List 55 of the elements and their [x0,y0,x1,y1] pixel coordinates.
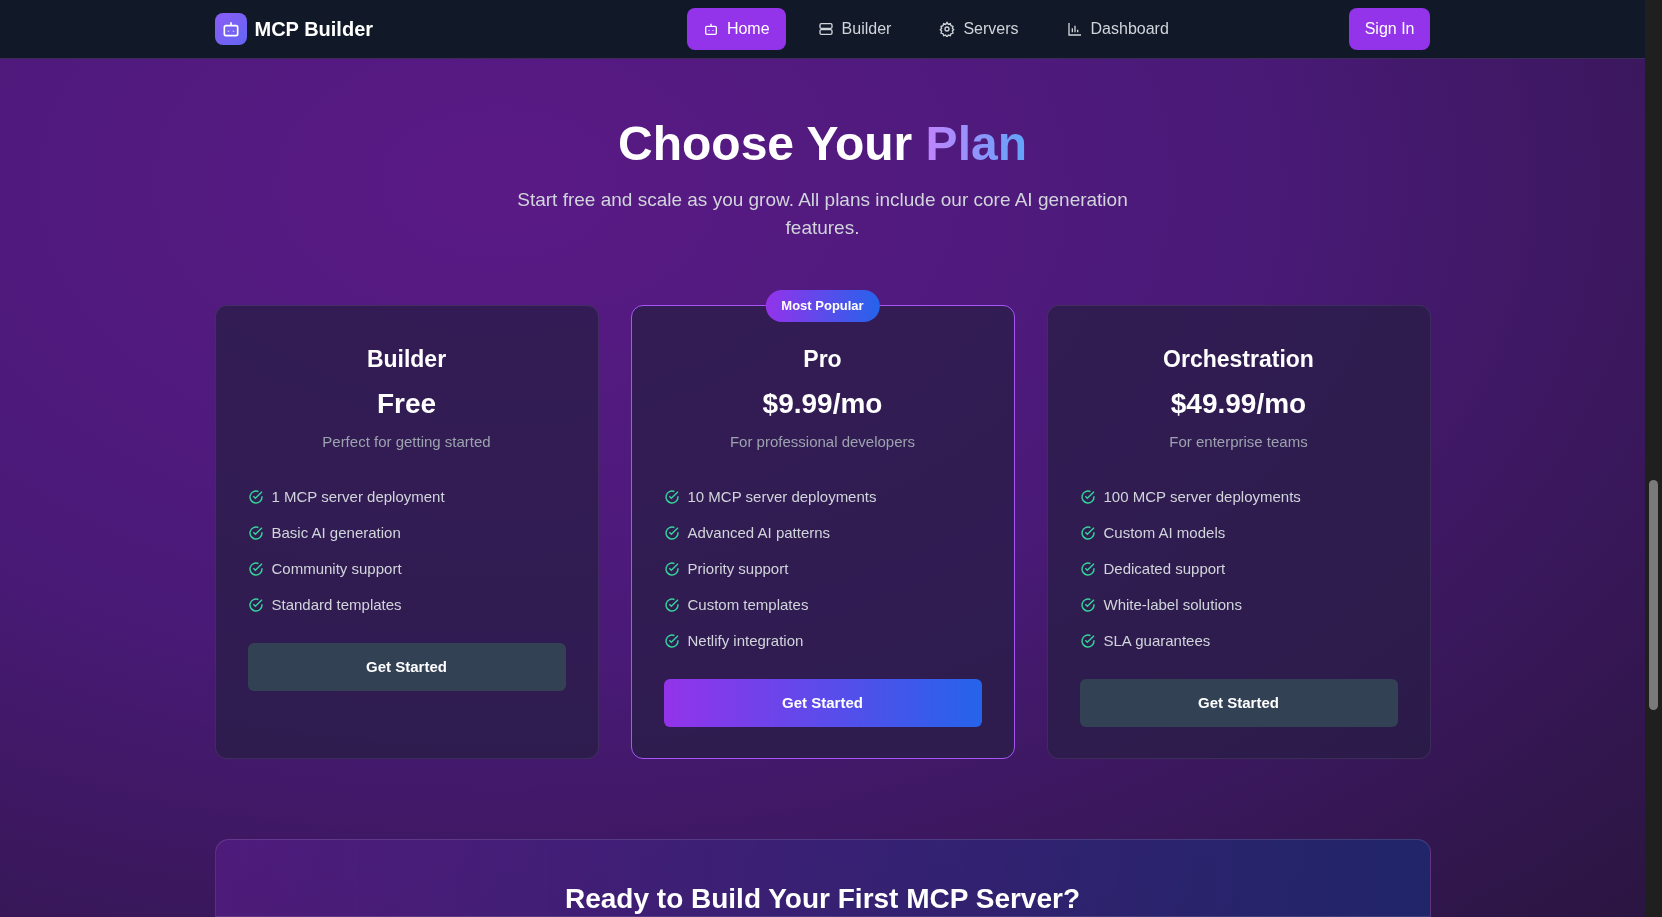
feature-text: Basic AI generation [271,523,401,544]
bar-chart-icon [1066,20,1083,37]
check-circle-icon [663,561,680,578]
popular-badge: Most Popular [765,290,880,322]
nav-link[interactable]: Builder [801,7,908,50]
feature-text: White-label solutions [1103,595,1242,616]
check-circle-icon [247,597,264,614]
plan-price: $49.99/mo [1169,386,1308,421]
plan-description: For enterprise teams [1168,431,1309,452]
brand-name[interactable]: MCP Builder [254,13,374,44]
feature-text: SLA guarantees [1103,631,1211,652]
plan-description: For professional developers [728,431,917,452]
check-circle-icon [247,561,264,578]
plan-price: $9.99/mo [761,386,884,421]
page-heading: Choose Your Plan [617,115,1028,172]
plan-name: Builder [365,345,448,375]
plan-price: Free [375,386,438,421]
check-circle-icon [1079,525,1096,542]
nav-link[interactable]: Home [686,7,786,50]
plan-name: Pro [802,345,843,375]
feature-text: 100 MCP server deployments [1103,487,1301,508]
check-circle-icon [1079,489,1096,506]
sign-in-button[interactable]: Sign In [1348,7,1431,50]
feature-text: Custom templates [687,595,809,616]
gear-icon [939,20,956,37]
cta-heading: Ready to Build Your First MCP Server? [565,882,1080,916]
feature-text: Netlify integration [687,631,804,652]
subtitle: Start free and scale as you grow. All plans include our core AI generation features. [516,188,1129,240]
feature-text: Priority support [687,559,789,580]
plan-description: Perfect for getting started [321,431,492,452]
check-circle-icon [663,597,680,614]
feature-text: Dedicated support [1103,559,1226,580]
check-circle-icon [663,633,680,650]
get-started-button[interactable]: Get Started [1079,679,1398,728]
get-started-button[interactable]: Get Started [663,679,982,728]
feature-text: Community support [271,559,402,580]
nav-link[interactable]: Dashboard [1050,7,1185,50]
check-circle-icon [663,489,680,506]
feature-text: Advanced AI patterns [687,523,831,544]
nav-link[interactable]: Servers [923,7,1035,50]
check-circle-icon [1079,561,1096,578]
feature-text: 10 MCP server deployments [687,487,877,508]
feature-text: Standard templates [271,595,402,616]
scrollbar[interactable] [1645,0,1662,917]
feature-text: 1 MCP server deployment [271,487,445,508]
robot-logo-icon [214,12,247,45]
plan-name: Orchestration [1162,345,1315,375]
check-circle-icon [1079,597,1096,614]
check-circle-icon [247,489,264,506]
check-circle-icon [663,525,680,542]
check-circle-icon [247,525,264,542]
get-started-button[interactable]: Get Started [247,643,566,692]
check-circle-icon [1079,633,1096,650]
feature-text: Custom AI models [1103,523,1226,544]
server-icon [817,20,834,37]
